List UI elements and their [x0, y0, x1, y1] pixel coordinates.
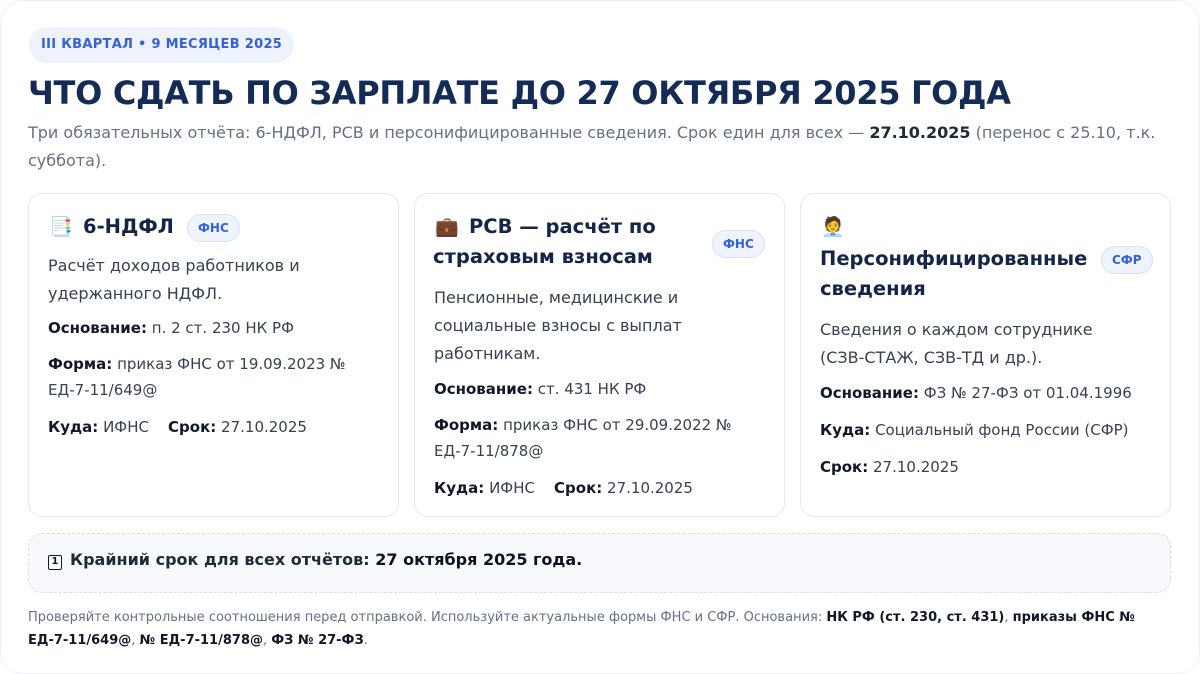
- period-badge: III КВАРТАЛ • 9 МЕСЯЦЕВ 2025: [29, 27, 295, 63]
- basis-row: Основание: п. 2 ст. 230 НК РФ: [48, 315, 388, 341]
- report-card-rsv: 💼 РСВ — расчёт по страховым взносам ФНС …: [414, 193, 785, 517]
- where-label: Куда:: [434, 479, 485, 497]
- subtitle-text: Три обязательных отчёта: 6-НДФЛ, РСВ и п…: [28, 123, 870, 142]
- person-icon: 🧑‍💼: [821, 216, 845, 238]
- basis-label: Основание:: [434, 380, 533, 398]
- deadline-banner: 1 Крайний срок для всех отчётов: 27 октя…: [28, 533, 1171, 593]
- due-value: 27.10.2025: [873, 458, 959, 476]
- number-one-icon: 1: [48, 555, 62, 570]
- card-description: Пенсионные, медицинские и социальные взн…: [434, 288, 682, 363]
- basis-label: Основание:: [48, 319, 147, 337]
- due-label: Срок:: [168, 418, 217, 436]
- footer-ref-law: ФЗ № 27-ФЗ: [271, 633, 364, 648]
- card-title: Персонифицированные сведения: [820, 247, 1088, 300]
- due-value: 27.10.2025: [607, 479, 693, 497]
- card-description: Расчёт доходов работников и удержанного …: [48, 256, 300, 303]
- where-label: Куда:: [820, 421, 871, 439]
- deadline-text: Крайний срок для всех отчётов: 27 октябр…: [70, 550, 582, 569]
- basis-label: Основание:: [820, 384, 919, 402]
- page-subtitle: Три обязательных отчёта: 6-НДФЛ, РСВ и п…: [28, 119, 1168, 175]
- where-due-row: Куда: ИФНС Срок: 27.10.2025: [48, 414, 388, 440]
- where-label: Куда:: [48, 418, 99, 436]
- agency-tag: СФР: [1101, 246, 1153, 274]
- deadline-label: Крайний срок для всех отчётов:: [70, 550, 376, 569]
- where-due-row: Куда: ИФНС Срок: 27.10.2025: [434, 475, 774, 501]
- basis-value: п. 2 ст. 230 НК РФ: [151, 319, 294, 337]
- basis-value: ФЗ № 27-ФЗ от 01.04.1996: [923, 384, 1132, 402]
- footer-sep: ,: [131, 633, 140, 648]
- form-row: Форма: приказ ФНС от 19.09.2023 № ЕД-7-1…: [48, 351, 358, 403]
- basis-row: Основание: ст. 431 НК РФ: [434, 376, 774, 402]
- where-value: ИФНС: [489, 479, 535, 497]
- where-value: ИФНС: [103, 418, 149, 436]
- where-row: Куда: Социальный фонд России (СФР): [820, 417, 1160, 443]
- form-row: Форма: приказ ФНС от 29.09.2022 № ЕД-7-1…: [434, 412, 744, 464]
- footer-sep: ,: [262, 633, 272, 648]
- due-value: 27.10.2025: [221, 418, 307, 436]
- due-label: Срок:: [820, 458, 869, 476]
- agency-tag: ФНС: [712, 230, 765, 258]
- card-title: РСВ — расчёт по страховым взносам: [433, 215, 656, 268]
- footer-ref-order2: № ЕД-7-11/878@: [139, 633, 263, 648]
- form-label: Форма:: [48, 355, 113, 373]
- footer-ref-nk: НК РФ (ст. 230, ст. 431): [826, 610, 1005, 625]
- report-card-6ndfl: 📑 6-НДФЛ ФНС Расчёт доходов работников и…: [28, 193, 399, 517]
- form-label: Форма:: [434, 416, 499, 434]
- report-card-personified: 🧑‍💼 Персонифицированные сведения СФР Све…: [800, 193, 1171, 517]
- due-row: Срок: 27.10.2025: [820, 454, 1160, 480]
- footer-note: Проверяйте контрольные соотношения перед…: [28, 606, 1168, 652]
- due-label: Срок:: [554, 479, 603, 497]
- document-icon: 📑: [49, 216, 73, 238]
- deadline-date: 27 октября 2025 года.: [375, 550, 583, 569]
- footer-end: .: [363, 633, 368, 648]
- page-title: ЧТО СДАТЬ ПО ЗАРПЛАТЕ ДО 27 ОКТЯБРЯ 2025…: [28, 74, 1011, 112]
- card-title: 6-НДФЛ: [83, 215, 174, 238]
- subtitle-date: 27.10.2025: [869, 123, 971, 142]
- where-value: Социальный фонд России (СФР): [875, 421, 1129, 439]
- basis-value: ст. 431 НК РФ: [537, 380, 647, 398]
- footer-text: Проверяйте контрольные соотношения перед…: [28, 610, 827, 625]
- agency-tag: ФНС: [187, 214, 240, 242]
- footer-sep: ,: [1004, 610, 1013, 625]
- card-description: Сведения о каждом сотруднике (СЗВ-СТАЖ, …: [820, 320, 1093, 367]
- basis-row: Основание: ФЗ № 27-ФЗ от 01.04.1996: [820, 380, 1160, 406]
